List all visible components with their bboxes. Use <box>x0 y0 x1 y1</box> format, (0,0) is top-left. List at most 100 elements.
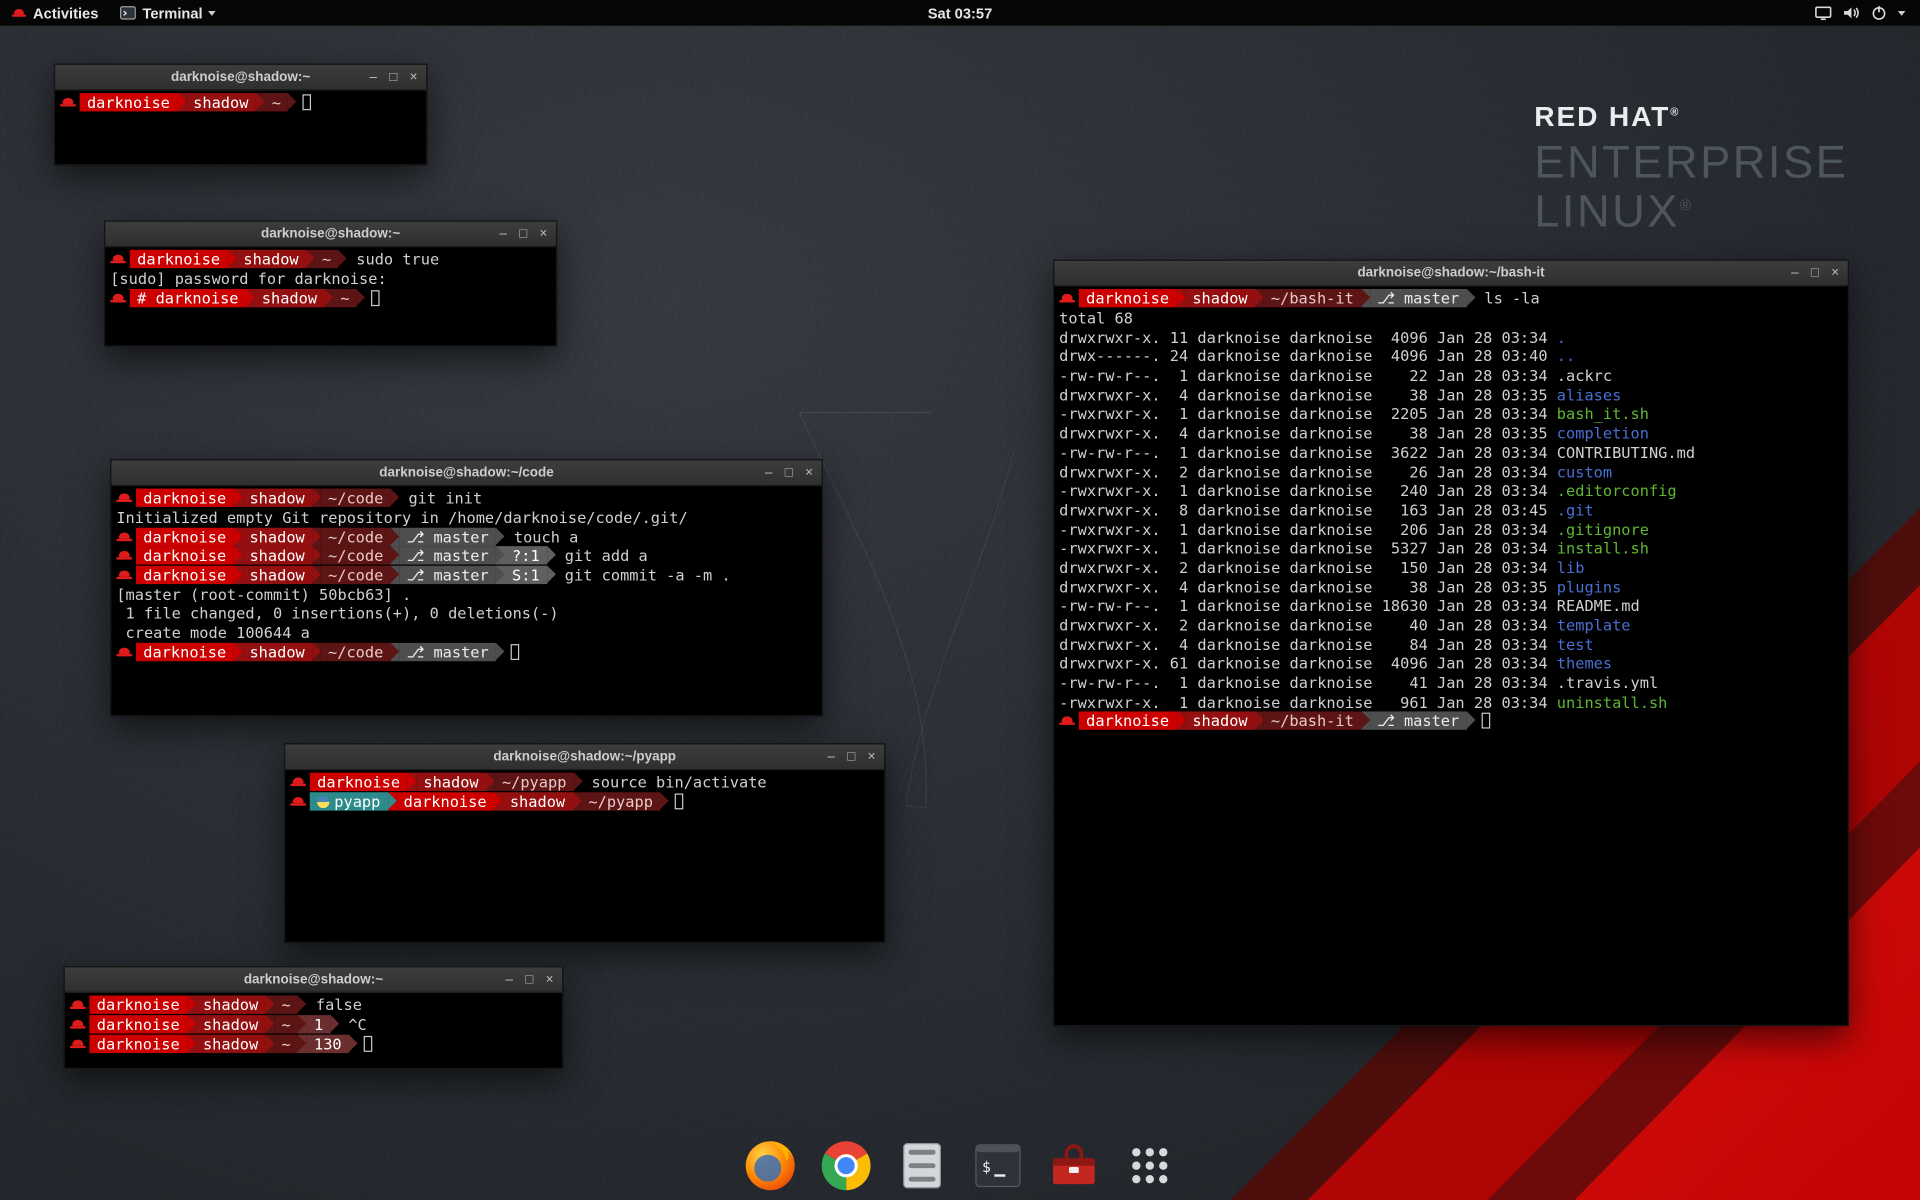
terminal-content[interactable]: darknoiseshadow~/bash-it⎇ master ls -lat… <box>1054 287 1847 734</box>
powerline-arrow <box>324 289 333 307</box>
minimize-button[interactable]: – <box>765 466 773 479</box>
powerline-arrow <box>496 643 505 661</box>
window-title: darknoise@shadow:~/code <box>379 465 553 480</box>
minimize-button[interactable]: – <box>370 70 378 83</box>
window-titlebar[interactable]: darknoise@shadow:~ – □ × <box>55 65 426 91</box>
terminal-text: .editorconfig <box>1557 481 1677 499</box>
prompt-segment-host: shadow <box>242 566 312 584</box>
window-controls: – □ × <box>370 65 418 89</box>
minimize-button[interactable]: – <box>505 973 513 986</box>
minimize-button[interactable]: – <box>827 750 835 763</box>
terminal-text: drwxrwxr-x. 4 darknoise darknoise 38 Jan… <box>1059 424 1557 442</box>
prompt-segment-host: shadow <box>1185 289 1255 307</box>
terminal-content[interactable]: darknoiseshadow~ sudo true[sudo] passwor… <box>105 247 556 310</box>
registered-mark: ® <box>1680 197 1693 214</box>
minimize-button[interactable]: – <box>499 227 507 240</box>
window-titlebar[interactable]: darknoise@shadow:~ – □ × <box>65 967 562 993</box>
terminal-text: ^C <box>339 1015 367 1033</box>
brand-line-redhat: RED HAT® <box>1534 103 1848 131</box>
terminal-text: uninstall.sh <box>1557 693 1668 711</box>
window-controls: – □ × <box>499 222 547 246</box>
redhat-icon <box>116 529 132 545</box>
terminal-text: touch a <box>505 527 579 545</box>
terminal-text: .git <box>1557 501 1594 519</box>
maximize-button[interactable]: □ <box>847 750 855 763</box>
prompt-segment-user: darknoise <box>136 566 234 584</box>
app-menu-terminal[interactable]: Terminal <box>109 0 227 26</box>
terminal-window: darknoise@shadow:~/code – □ × darknoises… <box>110 459 823 716</box>
powerline-arrow <box>312 527 321 545</box>
prompt-segment-user: darknoise <box>130 250 228 268</box>
prompt-segment-git: ⎇ master <box>1370 289 1467 307</box>
terminal-content[interactable]: darknoiseshadow~ falsedarknoiseshadow~1 … <box>65 993 562 1056</box>
window-titlebar[interactable]: darknoise@shadow:~/code – □ × <box>111 460 821 486</box>
activities-button[interactable]: Activities <box>0 0 109 26</box>
window-titlebar[interactable]: darknoise@shadow:~/bash-it – □ × <box>1054 261 1847 287</box>
window-title: darknoise@shadow:~ <box>171 70 310 85</box>
terminal-text: git commit -a -m . <box>556 566 731 584</box>
maximize-button[interactable]: □ <box>1811 266 1819 279</box>
terminal-text: [master (root-commit) 50bcb63] . <box>116 585 411 603</box>
powerline-arrow <box>1467 289 1476 307</box>
toolbox-icon[interactable] <box>1047 1139 1101 1193</box>
powerline-arrow <box>288 93 297 111</box>
maximize-button[interactable]: □ <box>519 227 527 240</box>
close-button[interactable]: × <box>805 466 813 479</box>
window-titlebar[interactable]: darknoise@shadow:~/pyapp – □ × <box>285 744 884 770</box>
terminal-text: Initialized empty Git repository in /hom… <box>116 508 687 526</box>
terminal-content[interactable]: darknoiseshadow~ <box>55 91 426 115</box>
powerline-arrow <box>1467 712 1476 730</box>
window-controls: – □ × <box>505 967 553 991</box>
files-icon[interactable] <box>895 1139 949 1193</box>
terminal-cursor <box>1481 713 1490 729</box>
maximize-button[interactable]: □ <box>525 973 533 986</box>
powerline-arrow <box>338 250 347 268</box>
powerline-arrow <box>234 527 243 545</box>
terminal-app-icon[interactable]: $ <box>971 1139 1025 1193</box>
maximize-button[interactable]: □ <box>785 466 793 479</box>
terminal-text: git init <box>399 489 482 507</box>
terminal-text: drwx------. 24 darknoise darknoise 4096 … <box>1059 347 1557 365</box>
prompt-segment-user: darknoise <box>136 527 234 545</box>
top-bar-left: Activities Terminal <box>0 0 227 26</box>
maximize-button[interactable]: □ <box>389 70 397 83</box>
redhat-icon <box>116 490 132 506</box>
prompt-segment-gitstat: ?:1 <box>505 547 547 565</box>
close-button[interactable]: × <box>868 750 876 763</box>
firefox-icon[interactable] <box>743 1139 797 1193</box>
powerline-arrow <box>266 996 275 1014</box>
powerline-arrow <box>187 996 196 1014</box>
terminal-line: darknoiseshadow~/code⎇ master?:1 git add… <box>116 546 816 565</box>
powerline-arrow <box>187 1034 196 1052</box>
powerline-arrow <box>1176 289 1185 307</box>
close-button[interactable]: × <box>410 70 418 83</box>
prompt-segment-user: darknoise <box>89 996 187 1014</box>
terminal-line: 1 file changed, 0 insertions(+), 0 delet… <box>116 604 816 623</box>
terminal-text: git add a <box>556 547 648 565</box>
prompt-segment-path: ~/code <box>321 547 391 565</box>
powerline-arrow <box>494 792 503 810</box>
close-button[interactable]: × <box>539 227 547 240</box>
prompt-segment-host: shadow <box>254 289 324 307</box>
clock[interactable]: Sat 03:57 <box>918 0 1002 26</box>
prompt-segment-exit: 1 <box>307 1015 331 1033</box>
terminal-content[interactable]: darknoise shadow ~/code git initInitialize… <box>111 486 821 664</box>
system-status-area[interactable] <box>1807 0 1912 26</box>
powerline-arrow <box>227 250 236 268</box>
powerline-arrow <box>1361 289 1370 307</box>
terminal-text: -rw-rw-r--. 1 darknoise darknoise 18630 … <box>1059 597 1557 615</box>
close-button[interactable]: × <box>1831 266 1839 279</box>
prompt-segment-path: ~/bash-it <box>1264 712 1362 730</box>
close-button[interactable]: × <box>546 973 554 986</box>
minimize-button[interactable]: – <box>1791 266 1799 279</box>
terminal-text: lib <box>1557 558 1585 576</box>
window-titlebar[interactable]: darknoise@shadow:~ – □ × <box>105 222 556 248</box>
app-grid-icon[interactable] <box>1123 1139 1177 1193</box>
redhat-branding: RED HAT® ENTERPRISE LINUX® <box>1534 103 1848 234</box>
chrome-icon[interactable] <box>819 1139 873 1193</box>
terminal-content[interactable]: darknoiseshadow~/pyapp source bin/activa… <box>285 770 884 813</box>
terminal-app-icon-art: $ <box>971 1139 1025 1193</box>
terminal-line: -rwxrwxr-x. 1 darknoise darknoise 206 Ja… <box>1059 519 1843 538</box>
terminal-text: .gitignore <box>1557 520 1649 538</box>
terminal-line: drwxrwxr-x. 4 darknoise darknoise 38 Jan… <box>1059 423 1843 442</box>
